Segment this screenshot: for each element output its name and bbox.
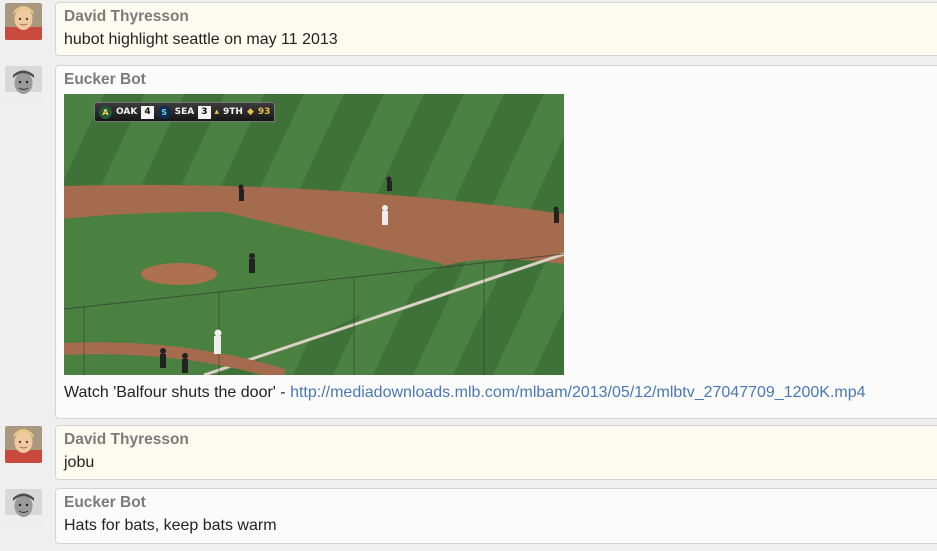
message-text: jobu — [64, 454, 95, 471]
message-bubble: Eucker Bot A OAK 4 S SEA 3 ▴ 9TH ◆ 93 Wa… — [55, 65, 937, 419]
away-team: OAK — [116, 107, 138, 117]
message-author[interactable]: Eucker Bot — [64, 71, 932, 89]
bot-avatar[interactable] — [5, 489, 42, 526]
video-link[interactable]: http://mediadownloads.mlb.com/mlbam/2013… — [290, 384, 865, 401]
caption-text: Watch 'Balfour shuts the door' - — [64, 384, 291, 401]
video-thumbnail[interactable]: A OAK 4 S SEA 3 ▴ 9TH ◆ 93 — [64, 94, 564, 375]
message-text: hubot highlight seattle on may 11 2013 — [64, 31, 338, 48]
bases-icon: ◆ — [246, 107, 254, 117]
message-bubble: David Thyresson jobu — [55, 425, 937, 480]
user-avatar[interactable] — [5, 3, 42, 40]
bot-avatar[interactable] — [5, 66, 42, 103]
message-bubble: Eucker Bot Hats for bats, keep bats warm — [55, 488, 937, 544]
message-author[interactable]: David Thyresson — [64, 8, 932, 26]
home-score: 3 — [198, 105, 211, 119]
pitch-count: 93 — [257, 107, 271, 117]
athletics-logo-icon: A — [99, 105, 112, 119]
message-bubble: David Thyresson hubot highlight seattle … — [55, 2, 937, 56]
inning-arrow-icon: ▴ — [214, 107, 220, 117]
message-author[interactable]: David Thyresson — [64, 431, 932, 449]
video-caption: Watch 'Balfour shuts the door' - http://… — [64, 383, 932, 403]
inning: 9TH — [223, 107, 243, 117]
home-team: SEA — [174, 107, 195, 117]
message-text: Hats for bats, keep bats warm — [64, 517, 277, 534]
away-score: 4 — [141, 105, 154, 119]
message-author[interactable]: Eucker Bot — [64, 494, 932, 512]
mariners-logo-icon: S — [157, 105, 171, 119]
baseball-field-image — [64, 94, 564, 375]
scorebug: A OAK 4 S SEA 3 ▴ 9TH ◆ 93 — [94, 102, 276, 122]
user-avatar[interactable] — [5, 426, 42, 463]
